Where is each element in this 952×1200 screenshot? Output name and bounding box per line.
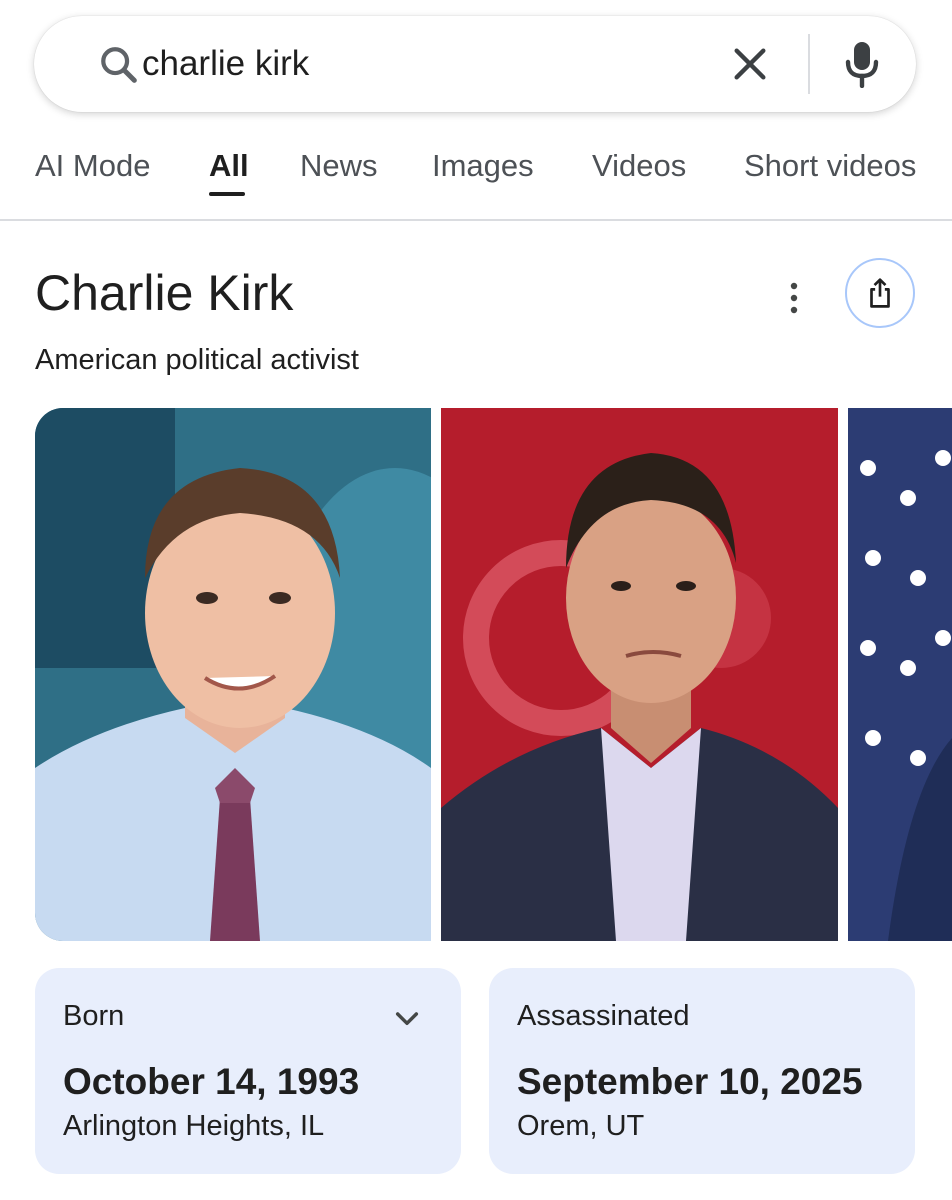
search-bar[interactable]: charlie kirk bbox=[34, 16, 916, 112]
entity-photo-2[interactable] bbox=[441, 408, 838, 941]
entity-photo-3[interactable] bbox=[848, 408, 952, 941]
tab-videos[interactable]: Videos bbox=[592, 146, 686, 186]
entity-photo-1[interactable] bbox=[35, 408, 431, 941]
chevron-down-icon[interactable] bbox=[391, 1002, 423, 1034]
active-tab-indicator bbox=[209, 192, 245, 196]
fact-card-assassinated[interactable]: Assassinated September 10, 2025 Orem, UT bbox=[489, 968, 915, 1174]
fact-place: Arlington Heights, IL bbox=[63, 1110, 325, 1142]
entity-subtitle: American political activist bbox=[35, 344, 359, 376]
search-divider bbox=[808, 34, 810, 94]
tab-ai-mode[interactable]: AI Mode bbox=[35, 146, 150, 186]
tab-all[interactable]: All bbox=[209, 146, 249, 186]
tab-news[interactable]: News bbox=[300, 146, 378, 186]
more-vert-icon[interactable] bbox=[780, 278, 808, 318]
search-icon bbox=[101, 47, 137, 83]
share-icon bbox=[870, 278, 890, 308]
microphone-icon[interactable] bbox=[842, 40, 882, 88]
close-icon[interactable] bbox=[730, 44, 770, 84]
fact-place: Orem, UT bbox=[517, 1110, 645, 1142]
fact-value: September 10, 2025 bbox=[517, 1061, 863, 1102]
entity-title: Charlie Kirk bbox=[35, 265, 294, 321]
fact-label: Born bbox=[63, 1000, 125, 1032]
fact-label: Assassinated bbox=[517, 1000, 690, 1032]
search-tabs: AI Mode All News Images Videos Short vid… bbox=[0, 140, 952, 220]
tab-images[interactable]: Images bbox=[432, 146, 534, 186]
image-carousel[interactable] bbox=[35, 408, 952, 941]
fact-value: October 14, 1993 bbox=[63, 1061, 360, 1102]
fact-card-born[interactable]: Born October 14, 1993 Arlington Heights,… bbox=[35, 968, 461, 1174]
tabs-divider bbox=[0, 219, 952, 221]
tab-short-videos[interactable]: Short videos bbox=[744, 146, 916, 186]
share-button[interactable] bbox=[845, 258, 915, 328]
search-input[interactable]: charlie kirk bbox=[142, 42, 309, 86]
